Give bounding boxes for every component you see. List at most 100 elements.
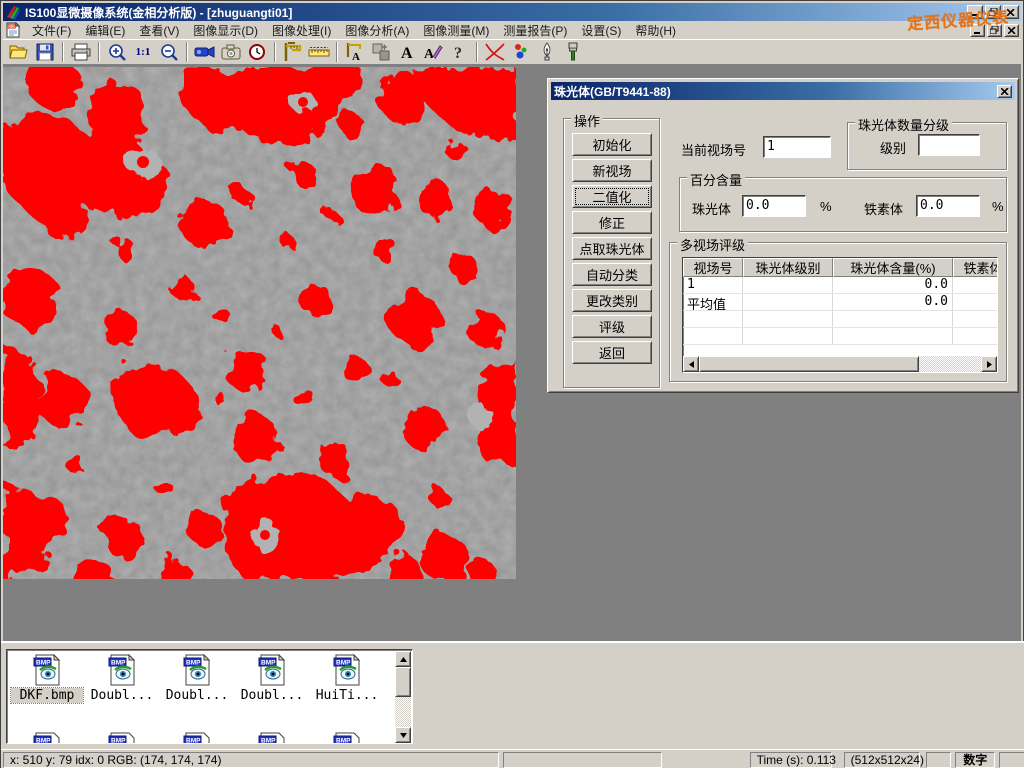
col-field-no[interactable]: 视场号 (683, 258, 743, 277)
col-ferrite[interactable]: 铁素体 (953, 258, 998, 277)
file-list-scrollbar[interactable] (395, 651, 411, 743)
new-field-button[interactable]: 新视场 (572, 159, 652, 182)
table-row-empty (683, 328, 997, 345)
menu-view[interactable]: 查看(V) (132, 20, 186, 41)
file-item[interactable]: BMP (236, 732, 308, 744)
merge-grid-button[interactable] (369, 41, 393, 63)
pearlite-dialog: 珠光体(GB/T9441-88) 操作 初始化 新视场 二值化 修正 点取珠光体… (547, 78, 1019, 393)
status-empty-1 (503, 752, 661, 768)
actual-size-button[interactable]: 1:1 (131, 41, 155, 63)
col-pearlite-grade[interactable]: 珠光体级别 (743, 258, 833, 277)
child-minimize-button[interactable] (970, 24, 985, 37)
application-window: IS100显微摄像系统(金相分析版) - [zhuguangti01] 定西仪器… (0, 0, 1024, 768)
toolbar-separator (476, 42, 478, 62)
restore-button[interactable] (985, 5, 1001, 19)
text-button[interactable]: A (395, 41, 419, 63)
menu-help[interactable]: 帮助(H) (628, 20, 683, 41)
video-camera-button[interactable] (193, 41, 217, 63)
table-h-scrollbar[interactable] (683, 356, 997, 372)
rate-button[interactable]: 评级 (572, 315, 652, 338)
scroll-down-icon[interactable] (395, 727, 411, 743)
timer-clock-button[interactable] (245, 41, 269, 63)
file-list[interactable]: BMP DKF.bmp BMP Doubl... BMP Doubl... BM… (6, 649, 413, 744)
measure-label-button[interactable]: A (343, 41, 367, 63)
ruler-button[interactable] (307, 41, 331, 63)
toolbar: 1:1 A A A ? (3, 39, 1021, 65)
scroll-thumb[interactable] (699, 356, 919, 372)
file-item[interactable]: BMP DKF.bmp (11, 654, 83, 703)
file-item[interactable]: BMP (86, 732, 158, 744)
toolbar-separator (62, 42, 64, 62)
brush-button[interactable] (561, 41, 585, 63)
bmp-file-icon: BMP (107, 732, 137, 744)
open-button[interactable] (7, 41, 31, 63)
pen-button[interactable] (535, 41, 559, 63)
file-item[interactable]: BMP HuiTi... (311, 654, 383, 703)
zoom-out-button[interactable] (157, 41, 181, 63)
file-name[interactable]: Doubl... (86, 688, 158, 703)
level-input[interactable] (918, 134, 980, 156)
menu-image-display[interactable]: 图像显示(D) (186, 20, 265, 41)
pearlite-percent-input[interactable]: 0.0 (742, 195, 806, 217)
window-title: IS100显微摄像系统(金相分析版) - [zhuguangti01] (25, 4, 292, 21)
scroll-left-icon[interactable] (683, 356, 699, 372)
zoom-in-button[interactable] (105, 41, 129, 63)
row1-content: 0.0 (833, 277, 953, 293)
menu-image-measure[interactable]: 图像测量(M) (416, 20, 496, 41)
binarize-button[interactable]: 二值化 (572, 185, 652, 208)
toolbar-separator (98, 42, 100, 62)
caliper-button[interactable] (281, 41, 305, 63)
file-item[interactable]: BMP (311, 732, 383, 744)
scroll-up-icon[interactable] (395, 651, 411, 667)
close-button[interactable] (1003, 5, 1019, 19)
scroll-thumb[interactable] (395, 667, 411, 697)
toolbar-separator (186, 42, 188, 62)
bmp-file-icon: BMP (332, 654, 362, 686)
child-restore-button[interactable] (987, 24, 1002, 37)
file-item[interactable]: BMP (11, 732, 83, 744)
menu-image-process[interactable]: 图像处理(I) (265, 20, 338, 41)
particle-mark-button[interactable] (509, 41, 533, 63)
capture-camera-button[interactable] (219, 41, 243, 63)
file-item[interactable]: BMP Doubl... (161, 654, 233, 703)
menu-settings[interactable]: 设置(S) (574, 20, 628, 41)
change-class-button[interactable]: 更改类别 (572, 289, 652, 312)
pick-pearlite-button[interactable]: 点取珠光体 (572, 237, 652, 260)
spline-erase-button[interactable] (483, 41, 507, 63)
bmp-file-icon: BMP (32, 654, 62, 686)
help-button[interactable]: ? (447, 41, 471, 63)
file-name[interactable]: HuiTi... (311, 688, 383, 703)
scroll-track[interactable] (919, 356, 981, 372)
file-name[interactable]: Doubl... (236, 688, 308, 703)
annotate-button[interactable]: A (421, 41, 445, 63)
auto-classify-button[interactable]: 自动分类 (572, 263, 652, 286)
file-name[interactable]: DKF.bmp (11, 688, 83, 703)
menu-report[interactable]: 测量报告(P) (496, 20, 574, 41)
minimize-button[interactable] (967, 5, 983, 19)
return-button[interactable]: 返回 (572, 341, 652, 364)
col-pearlite-content[interactable]: 珠光体含量(%) (833, 258, 953, 277)
file-name[interactable]: Doubl... (161, 688, 233, 703)
table-row: 1 0.0 (683, 277, 997, 294)
dialog-title-bar[interactable]: 珠光体(GB/T9441-88) (551, 82, 1015, 100)
status-empty-2 (926, 752, 952, 768)
rating-table[interactable]: 视场号 珠光体级别 珠光体含量(%) 铁素体 1 0.0 平均值 (682, 257, 998, 373)
print-button[interactable] (69, 41, 93, 63)
menu-edit[interactable]: 编辑(E) (78, 20, 132, 41)
ferrite-percent-input[interactable]: 0.0 (916, 195, 980, 217)
scroll-right-icon[interactable] (981, 356, 997, 372)
init-button[interactable]: 初始化 (572, 133, 652, 156)
save-button[interactable] (33, 41, 57, 63)
child-close-button[interactable] (1004, 24, 1019, 37)
menu-image-analysis[interactable]: 图像分析(A) (338, 20, 416, 41)
metallograph-image[interactable] (3, 67, 516, 579)
file-item[interactable]: BMP Doubl... (236, 654, 308, 703)
file-item[interactable]: BMP Doubl... (86, 654, 158, 703)
dialog-close-button[interactable] (997, 85, 1012, 98)
current-field-input[interactable]: 1 (763, 136, 831, 158)
file-item[interactable]: BMP (161, 732, 233, 744)
menu-file[interactable]: 文件(F) (25, 20, 78, 41)
menu-bar: DOC 文件(F) 编辑(E) 查看(V) 图像显示(D) 图像处理(I) 图像… (3, 21, 1021, 39)
document-icon: DOC (5, 22, 21, 38)
correct-button[interactable]: 修正 (572, 211, 652, 234)
